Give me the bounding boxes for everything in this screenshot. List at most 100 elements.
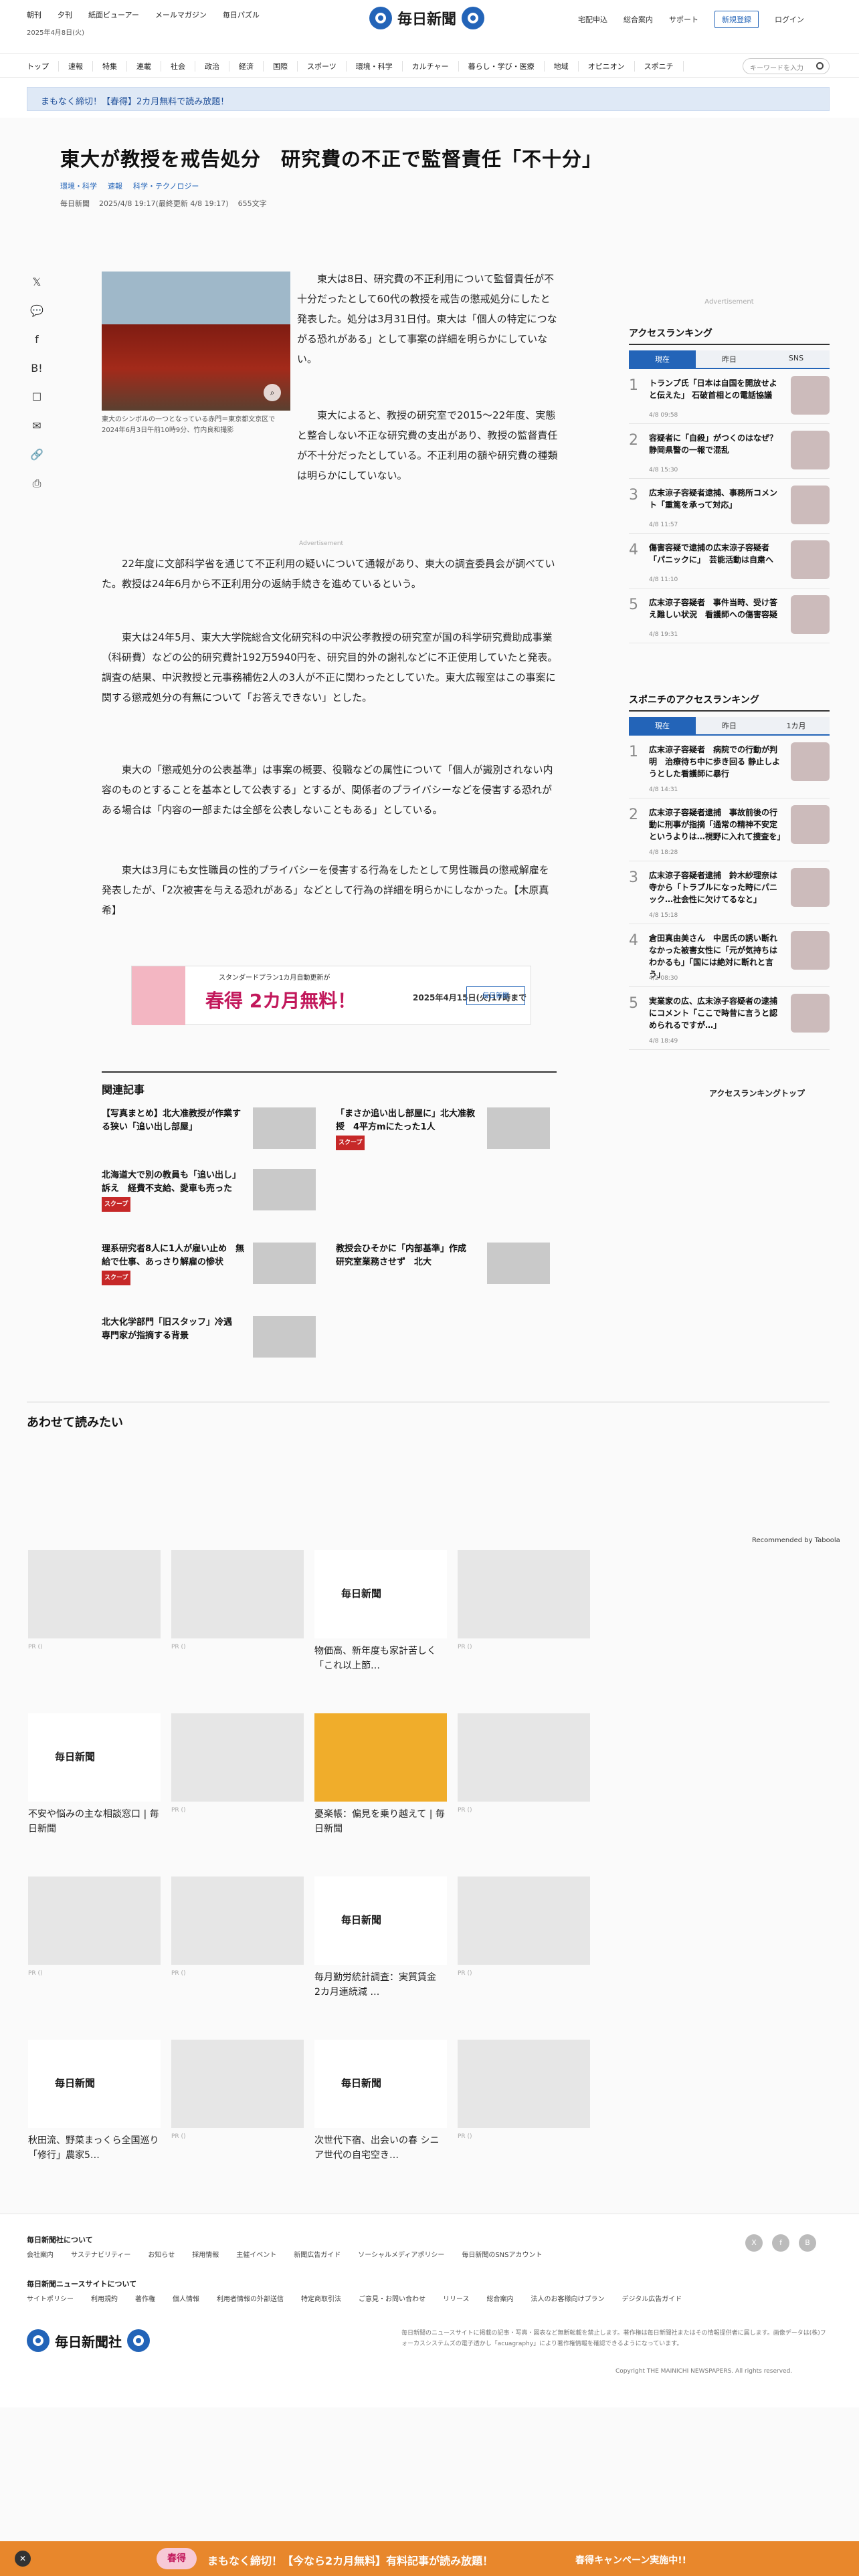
recommend-card-title[interactable]: 不安や悩みの主な相談窓口 | 毎日新聞 <box>28 1807 161 1836</box>
footer-link[interactable]: リリース <box>443 2293 470 2303</box>
login-button[interactable]: ログイン <box>775 14 804 25</box>
close-icon[interactable]: ✕ <box>15 2551 31 2567</box>
campaign-banner[interactable]: まもなく締切！【春得】2カ月無料で読み放題！ <box>27 87 830 111</box>
ranking-thumb[interactable] <box>791 994 830 1033</box>
nav-culture[interactable]: カルチャー <box>403 61 459 72</box>
link-delivery[interactable]: 宅配申込 <box>578 14 607 25</box>
footer-link[interactable]: 採用情報 <box>192 2249 219 2259</box>
nav-life[interactable]: 暮らし・学び・医療 <box>459 61 545 72</box>
footer-link[interactable]: ご意見・お問い合わせ <box>359 2293 425 2303</box>
x-icon[interactable]: X <box>745 2234 763 2252</box>
campaign-text[interactable]: まもなく締切！【今なら2カ月無料】有料記事が読み放題！ <box>207 2552 493 2568</box>
recommend-card[interactable]: 毎日新聞 秋田流、野菜まっくら全国巡り「修行」農家5… <box>28 2040 161 2165</box>
ranking-thumb[interactable] <box>791 431 830 469</box>
related-item[interactable]: 北海道大で別の教員も「追い出し」訴え 経費不支給、愛車も売った スクープ <box>102 1169 316 1216</box>
footer-link[interactable]: 利用者情報の外部送信 <box>217 2293 284 2303</box>
footer-link[interactable]: 法人のお客様向けプラン <box>531 2293 605 2303</box>
ranking-thumb[interactable] <box>791 376 830 415</box>
link-puzzle[interactable]: 毎日パズル <box>223 9 260 20</box>
recommend-card-image[interactable] <box>171 2040 304 2128</box>
related-item[interactable]: 教授会ひそかに「内部基準」作成 研究室業務させず 北大 <box>336 1243 550 1289</box>
related-item-title[interactable]: 北海道大で別の教員も「追い出し」訴え 経費不支給、愛車も売った スクープ <box>102 1169 249 1212</box>
nav-politics[interactable]: 政治 <box>195 61 229 72</box>
footer-link[interactable]: 主催イベント <box>236 2249 276 2259</box>
footer-link[interactable]: 利用規約 <box>91 2293 118 2303</box>
related-item-title[interactable]: 教授会ひそかに「内部基準」作成 研究室業務させず 北大 <box>336 1243 483 1269</box>
site-logo[interactable]: 毎日新聞 <box>369 7 485 29</box>
ranking-item[interactable]: 5 実業家の広、広末涼子容疑者の逮捕にコメント「ここで時昔に言うと認められるですが… <box>629 987 830 1050</box>
recommend-card[interactable]: 毎日新聞物価高、新年度も家計苦しく 「これ以上節… <box>314 1550 447 1676</box>
tab-now[interactable]: 現在 <box>629 350 696 368</box>
recommend-card-title[interactable]: 毎月勤労統計調査：実質賃金 2カ月連続減 … <box>314 1970 447 2000</box>
mail-share-icon[interactable]: ✉ <box>32 419 41 432</box>
search-icon[interactable] <box>816 62 824 70</box>
ranking-item[interactable]: 2 広末涼子容疑者逮捕 事故前後の行動に刑事が指摘「通常の精神不安定というよりは…… <box>629 798 830 861</box>
nav-top[interactable]: トップ <box>27 61 59 72</box>
recommend-card-title[interactable]: 憂楽帳：偏見を乗り越えて | 毎日新聞 <box>314 1807 447 1836</box>
footer-link[interactable]: 個人情報 <box>173 2293 199 2303</box>
recommend-card-title[interactable]: 秋田流、野菜まっくら全国巡り「修行」農家5… <box>28 2133 161 2163</box>
recommend-card-image[interactable]: 毎日新聞 <box>314 1550 447 1638</box>
recommend-card[interactable]: PR () <box>171 1713 304 1814</box>
recommend-card[interactable]: 憂楽帳：偏見を乗り越えて | 毎日新聞 <box>314 1713 447 1839</box>
recommend-card[interactable]: PR () <box>458 2040 590 2140</box>
recommend-card[interactable]: 毎日新聞 毎月勤労統計調査：実質賃金 2カ月連続減 … <box>314 1876 447 2002</box>
ranking-item[interactable]: 1 トランプ氏「日本は自国を開放せよと伝えた」 石破首相との電話協議 4/8 09:… <box>629 369 830 424</box>
ranking-thumb[interactable] <box>791 805 830 844</box>
related-item-thumb[interactable] <box>487 1243 550 1284</box>
recommend-card[interactable]: PR () <box>28 1550 161 1650</box>
recommend-card[interactable]: PR () <box>458 1876 590 1977</box>
hatena-share-icon[interactable]: B! <box>31 362 42 374</box>
print-icon[interactable]: ⎙ <box>33 477 41 490</box>
recommend-card[interactable]: PR () <box>458 1550 590 1650</box>
related-item-title[interactable]: 【写真まとめ】北大准教授が作業する狭い「追い出し部屋」 <box>102 1107 249 1134</box>
search-input[interactable]: キーワードを入力 <box>743 58 830 74</box>
link-guide[interactable]: 総合案内 <box>624 14 653 25</box>
ranking-title[interactable]: アクセスランキング <box>629 326 830 345</box>
related-item[interactable]: 【写真まとめ】北大准教授が作業する狭い「追い出し部屋」 <box>102 1107 316 1154</box>
nav-world[interactable]: 国際 <box>264 61 298 72</box>
category-tag[interactable]: 環境・科学 <box>60 181 97 191</box>
link-morning[interactable]: 朝刊 <box>27 9 41 20</box>
recommend-card-image[interactable]: 毎日新聞 <box>314 2040 447 2128</box>
nav-economy[interactable]: 経済 <box>229 61 264 72</box>
link-copy-icon[interactable]: 🔗 <box>30 448 43 461</box>
recommend-card-image[interactable] <box>171 1876 304 1965</box>
nav-breaking[interactable]: 速報 <box>59 61 93 72</box>
recommend-card[interactable]: PR () <box>458 1713 590 1814</box>
ranking-thumb[interactable] <box>791 540 830 579</box>
ranking-more-link[interactable]: アクセスランキングトップ <box>709 1087 805 1099</box>
recommend-card[interactable]: PR () <box>171 1550 304 1650</box>
footer-link[interactable]: 会社案内 <box>27 2249 54 2259</box>
related-item-thumb[interactable] <box>253 1243 316 1284</box>
recommend-card[interactable]: PR () <box>171 1876 304 1977</box>
related-item[interactable]: 「まさか追い出し部屋に」北大准教授 4平方mにたった1人 スクープ <box>336 1107 550 1154</box>
campaign-banner-text[interactable]: まもなく締切！【春得】2カ月無料で読み放題！ <box>41 94 229 107</box>
footer-link[interactable]: デジタル広告ガイド <box>622 2293 682 2303</box>
footer-link[interactable]: 毎日新聞のSNSアカウント <box>462 2249 542 2259</box>
related-item-thumb[interactable] <box>253 1107 316 1149</box>
footer-link[interactable]: 著作権 <box>135 2293 155 2303</box>
recommend-card-title[interactable]: 物価高、新年度も家計苦しく 「これ以上節… <box>314 1644 447 1673</box>
zoom-icon[interactable]: ⌕ <box>264 384 281 401</box>
link-support[interactable]: サポート <box>669 14 698 25</box>
category-tag[interactable]: 速報 <box>108 181 122 191</box>
tab-sns[interactable]: SNS <box>763 350 830 368</box>
x-share-icon[interactable]: 𝕏 <box>33 276 41 288</box>
recommend-card-image[interactable]: 毎日新聞 <box>28 1713 161 1802</box>
nav-series[interactable]: 連載 <box>127 61 161 72</box>
ranking-item[interactable]: 3 広末涼子容疑者逮捕 鈴木紗理奈は寺から「トラブルになった時にパニック…社会性に… <box>629 861 830 924</box>
nav-society[interactable]: 社会 <box>161 61 195 72</box>
hatena-icon[interactable]: B <box>799 2234 816 2252</box>
nav-sponichi[interactable]: スポニチ <box>635 61 684 72</box>
footer-link[interactable]: 新聞広告ガイド <box>294 2249 341 2259</box>
ranking-thumb[interactable] <box>791 486 830 524</box>
footer-link[interactable]: サステナビリティー <box>71 2249 130 2259</box>
facebook-share-icon[interactable]: f <box>35 333 39 346</box>
related-item-title[interactable]: 理系研究者8人に1人が雇い止め 無給で仕事、あっさり解雇の惨状 スクープ <box>102 1243 249 1285</box>
recommend-card[interactable]: 毎日新聞次世代下宿、出会いの春 シニア世代の自宅空き… <box>314 2040 447 2165</box>
related-item-thumb[interactable] <box>253 1316 316 1358</box>
ranking-item[interactable]: 5 広末涼子容疑者 事件当時、受け答え難しい状況 看護師への傷害容疑 4/8 19:… <box>629 588 830 643</box>
recommend-card-image[interactable] <box>458 1876 590 1965</box>
recommend-card-title[interactable]: 次世代下宿、出会いの春 シニア世代の自宅空き… <box>314 2133 447 2163</box>
